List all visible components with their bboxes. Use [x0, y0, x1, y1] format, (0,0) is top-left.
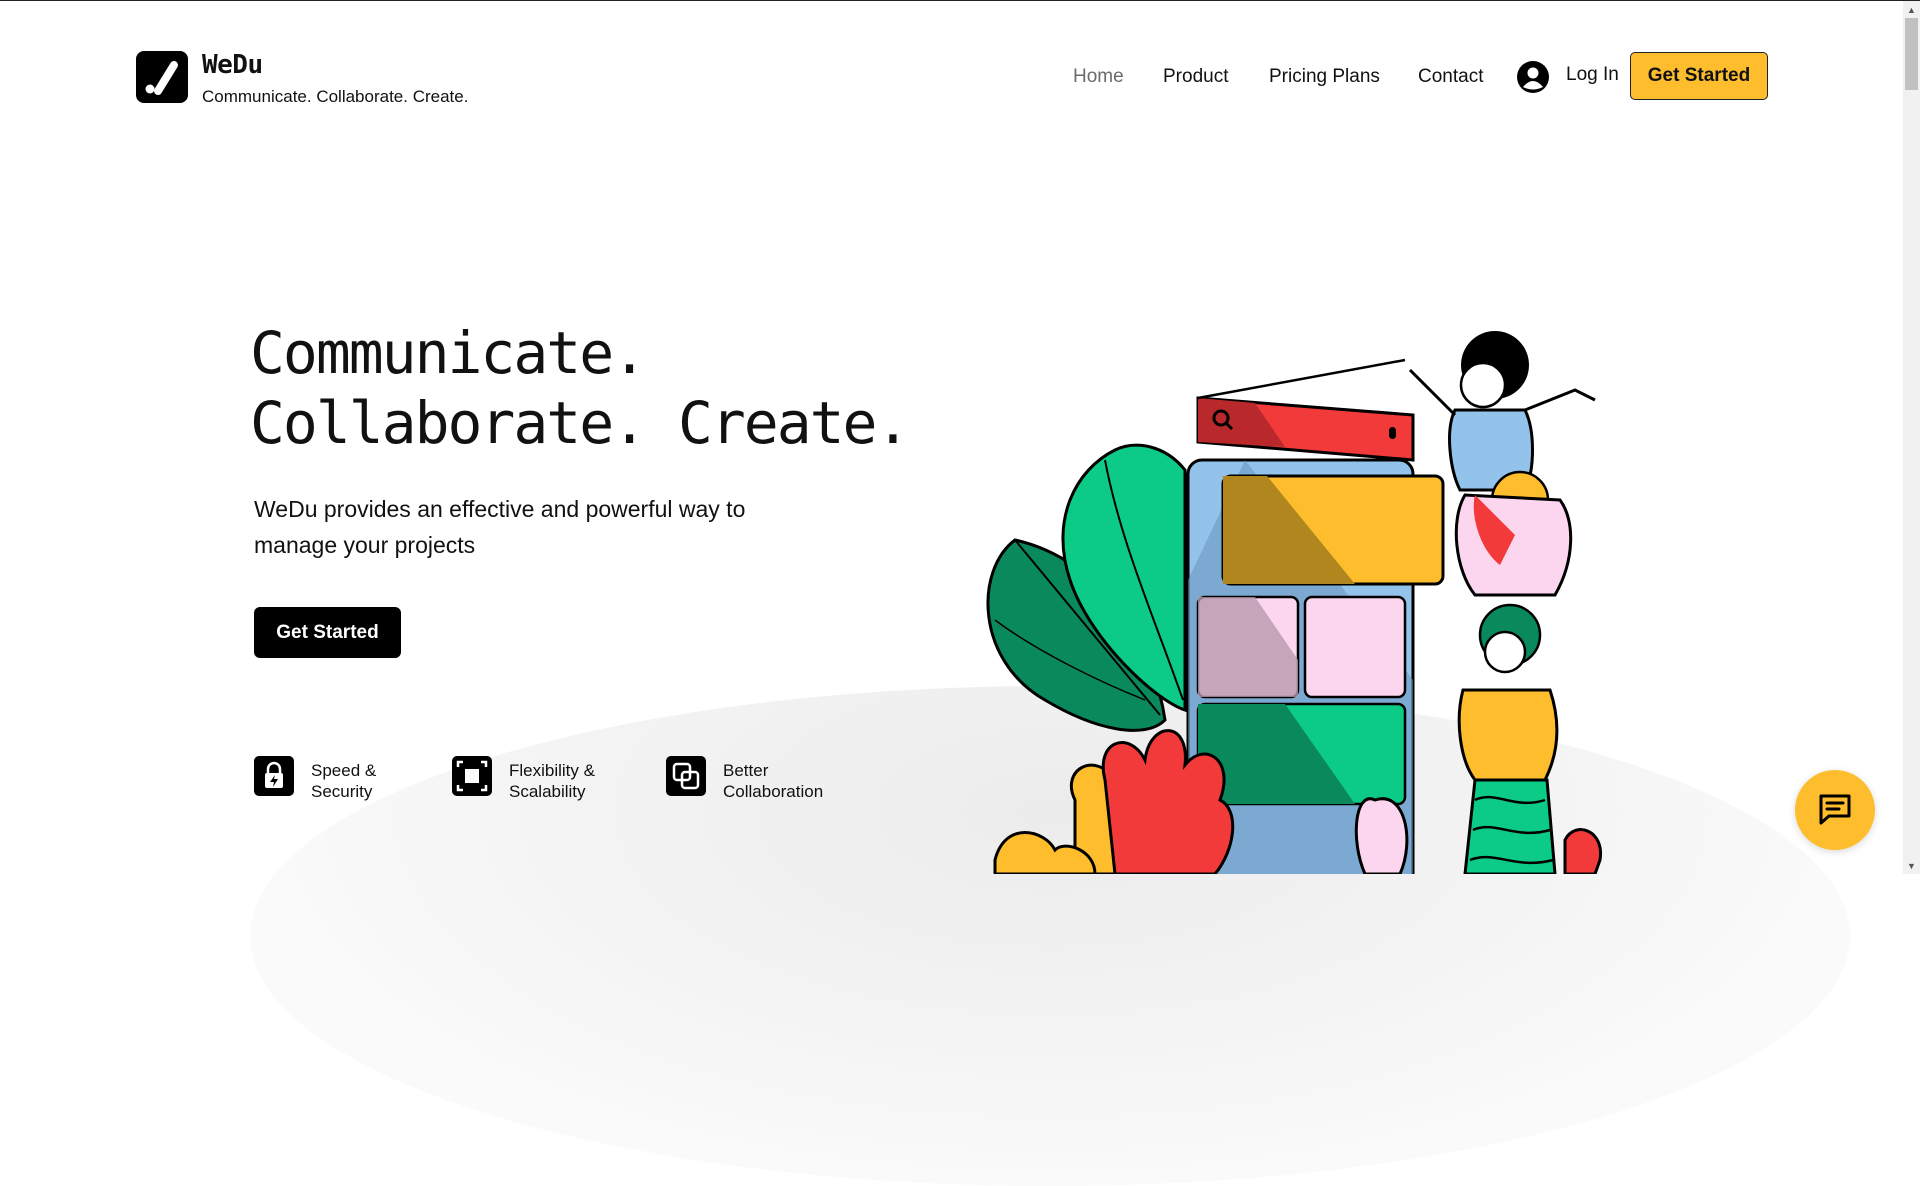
nav-pricing-link[interactable]: Pricing Plans	[1269, 66, 1380, 88]
login-link[interactable]: Log In	[1566, 64, 1619, 86]
brand-tagline: Communicate. Collaborate. Create.	[202, 87, 469, 106]
nav-item-home[interactable]: Home	[1073, 64, 1124, 90]
overlap-squares-icon	[666, 756, 706, 796]
feature-label-line2: Collaboration	[723, 782, 824, 801]
nav-item-pricing[interactable]: Pricing Plans	[1269, 64, 1380, 90]
brand-name[interactable]: WeDu	[202, 50, 263, 80]
scroll-up-arrow-icon[interactable]: ▲	[1903, 1, 1920, 18]
scrollbar-thumb[interactable]	[1905, 18, 1918, 90]
hero-title-line-2: Collaborate. Create.	[250, 389, 910, 457]
chat-bubble-icon	[1815, 788, 1855, 833]
feature-label: Better Collaboration	[723, 760, 823, 802]
feature-flexibility-scalability: Flexibility & Scalability	[452, 756, 595, 802]
hero-title: Communicate. Collaborate. Create.	[250, 318, 910, 458]
hero-get-started-button[interactable]: Get Started	[254, 607, 401, 658]
feature-better-collaboration: Better Collaboration	[666, 756, 823, 802]
hero-description: WeDu provides an effective and powerful …	[254, 496, 746, 558]
site-header: WeDu Communicate. Collaborate. Create. H…	[0, 0, 1903, 140]
chat-button[interactable]	[1795, 770, 1875, 850]
lock-bolt-icon	[254, 756, 294, 796]
expand-square-icon	[452, 756, 492, 796]
user-circle-icon[interactable]	[1517, 61, 1549, 93]
feature-label: Flexibility & Scalability	[509, 760, 595, 802]
feature-label: Speed & Security	[311, 760, 376, 802]
nav-item-contact[interactable]: Contact	[1418, 64, 1483, 90]
page-scrollbar[interactable]: ▲ ▼	[1903, 1, 1920, 874]
feature-label-line1: Flexibility &	[509, 761, 595, 780]
feature-label-line2: Security	[311, 782, 373, 801]
feature-label-line1: Speed &	[311, 761, 377, 780]
header-get-started-button[interactable]: Get Started	[1630, 52, 1768, 100]
scroll-down-arrow-icon[interactable]: ▼	[1903, 857, 1920, 874]
logo-icon[interactable]	[136, 51, 188, 103]
hero-illustration	[955, 320, 1655, 892]
nav-product-link[interactable]: Product	[1163, 66, 1228, 88]
feature-speed-security: Speed & Security	[254, 756, 376, 802]
hero-title-line-1: Communicate.	[250, 319, 647, 387]
feature-label-line1: Better	[723, 761, 769, 780]
feature-label-line2: Scalability	[509, 782, 586, 801]
nav-item-product[interactable]: Product	[1163, 64, 1228, 90]
nav-contact-link[interactable]: Contact	[1418, 66, 1483, 88]
nav-home-link[interactable]: Home	[1073, 66, 1124, 88]
